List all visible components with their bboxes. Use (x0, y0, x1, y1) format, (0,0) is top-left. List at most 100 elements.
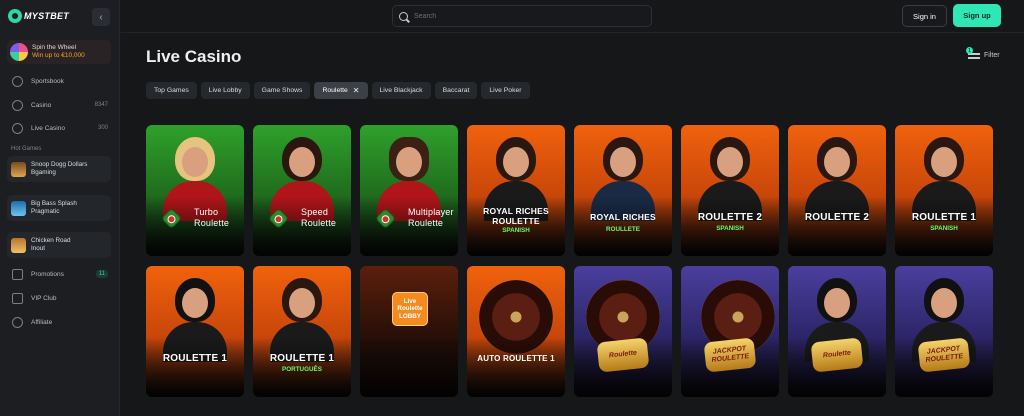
card-fade (467, 196, 565, 256)
game-card[interactable]: Roulette (788, 266, 886, 397)
spade-icon (12, 99, 23, 111)
game-subtitle: PORTUGUÊS (282, 366, 322, 373)
game-card[interactable]: ROULETTE 1 PORTUGUÊS (253, 266, 351, 397)
game-logo: JACKPOT ROULETTE (917, 337, 971, 373)
tab-label: Baccarat (442, 87, 470, 94)
filter-icon: 1 (966, 47, 980, 60)
dealer-face (717, 147, 743, 177)
hot-game-name: Snoop Dogg Dollars (31, 161, 88, 168)
card-fade (360, 337, 458, 397)
tab-roulette[interactable]: Roulette ✕ (314, 82, 368, 99)
casino-count: 8347 (94, 102, 108, 108)
chevron-left-icon: ‹ (99, 11, 103, 23)
sidebar-item-label: Affiliate (31, 318, 53, 326)
game-card[interactable]: Speed Roulette (253, 125, 351, 256)
game-card[interactable]: AUTO ROULETTE 1 (467, 266, 565, 397)
dealer-face (182, 288, 208, 318)
sidebar-item-label: Live Casino (31, 124, 65, 132)
tab-label: Live Poker (489, 87, 522, 94)
game-title: ROULETTE 2 (697, 212, 763, 223)
game-logo: JACKPOT ROULETTE (703, 337, 757, 373)
dealer-face (503, 147, 529, 177)
crown-icon (12, 292, 23, 304)
sidebar-item-casino[interactable]: Casino 8347 (12, 98, 108, 112)
hot-game-item[interactable]: Chicken Road Inout (7, 232, 111, 258)
tab-top-games[interactable]: Top Games (146, 82, 197, 99)
game-card[interactable]: ROULETTE 1 (146, 266, 244, 397)
promo-subtitle: Win up to €10,000 (32, 52, 85, 59)
tab-label: Top Games (154, 87, 189, 94)
filter-count-badge: 1 (966, 47, 973, 54)
sidebar-item-affiliate[interactable]: Affiliate (12, 315, 108, 329)
sidebar-item-vip-club[interactable]: VIP Club (12, 291, 108, 305)
sidebar-item-label: Promotions (31, 270, 64, 278)
logo[interactable]: MYSTBET (8, 9, 69, 23)
card-fade (146, 337, 244, 397)
tab-live-lobby[interactable]: Live Lobby (200, 82, 250, 99)
hot-game-name: Chicken Road (31, 237, 71, 244)
page-title: Live Casino (146, 47, 242, 66)
dealer-face (824, 288, 850, 318)
sign-in-button[interactable]: Sign in (902, 5, 947, 27)
sidebar: MYSTBET ‹ Spin the Wheel Win up to €10,0… (0, 0, 120, 416)
users-icon (12, 316, 23, 328)
game-thumbnail (11, 200, 26, 216)
promotions-badge: 11 (95, 270, 108, 278)
game-subtitle: ROULLETE (606, 226, 640, 233)
game-card[interactable]: Multiplayer Roulette (360, 125, 458, 256)
game-title: ROULETTE 1 (269, 353, 335, 364)
tab-label: Roulette (322, 87, 348, 94)
sidebar-item-label: Casino (31, 101, 52, 109)
game-card[interactable]: Roulette (574, 266, 672, 397)
tab-live-blackjack[interactable]: Live Blackjack (371, 82, 431, 99)
close-icon[interactable]: ✕ (353, 86, 360, 95)
hot-game-name: Big Bass Splash (31, 200, 77, 207)
gift-icon (12, 268, 23, 280)
header-divider (121, 32, 1024, 33)
wheel-icon (10, 43, 28, 61)
dealer-face (289, 147, 315, 177)
filter-label: Filter (984, 51, 1000, 59)
hot-game-provider: Inout (31, 245, 46, 252)
game-card[interactable]: ROULETTE 2 SPANISH (681, 125, 779, 256)
hot-game-item[interactable]: Snoop Dogg Dollars Bgaming (7, 156, 111, 182)
game-title: ROULETTE 2 (804, 212, 870, 223)
game-card[interactable]: Turbo Roulette (146, 125, 244, 256)
collapse-sidebar-button[interactable]: ‹ (92, 8, 110, 26)
promo-title: Spin the Wheel (32, 44, 77, 51)
tab-game-shows[interactable]: Game Shows (253, 82, 311, 99)
spin-wheel-promo[interactable]: Spin the Wheel Win up to €10,000 (7, 40, 111, 64)
game-card[interactable]: Live Roulette LOBBY (360, 266, 458, 397)
game-card[interactable]: ROULETTE 2 (788, 125, 886, 256)
sign-up-button[interactable]: Sign up (953, 4, 1001, 27)
game-title: AUTO ROULETTE 1 (477, 354, 555, 363)
lobby-badge: Live Roulette LOBBY (392, 292, 428, 326)
dealer-face (289, 288, 315, 318)
tab-baccarat[interactable]: Baccarat (434, 82, 478, 99)
dealer-face (824, 147, 850, 177)
sidebar-item-label: Sportsbook (31, 77, 64, 85)
game-card[interactable]: JACKPOT ROULETTE (895, 266, 993, 397)
game-card[interactable]: ROYAL RICHES ROULETTE SPANISH (467, 125, 565, 256)
game-grid: Turbo Roulette Speed Roulette Multiplaye… (146, 125, 993, 397)
hot-game-item[interactable]: Big Bass Splash Pragmatic (7, 195, 111, 221)
sidebar-item-live-casino[interactable]: Live Casino 300 (12, 121, 108, 135)
card-fade (467, 337, 565, 397)
filter-button[interactable]: 1 Filter (966, 47, 1000, 60)
game-title: Turbo Roulette (194, 207, 230, 228)
dealer-face (931, 147, 957, 177)
search-bar[interactable] (392, 5, 652, 27)
hot-games-heading: Hot Games (11, 146, 42, 152)
tab-live-poker[interactable]: Live Poker (481, 82, 530, 99)
game-card[interactable]: ROYAL RICHES ROULLETE (574, 125, 672, 256)
logo-icon (8, 9, 22, 23)
game-card[interactable]: ROULETTE 1 SPANISH (895, 125, 993, 256)
sidebar-item-promotions[interactable]: Promotions 11 (12, 267, 108, 281)
tab-label: Live Blackjack (379, 87, 423, 94)
card-fade (788, 196, 886, 256)
game-card[interactable]: JACKPOT ROULETTE (681, 266, 779, 397)
sidebar-item-sportsbook[interactable]: Sportsbook (12, 74, 108, 88)
game-subtitle: SPANISH (502, 227, 530, 234)
game-logo: Roulette (596, 337, 650, 373)
search-input[interactable] (414, 12, 634, 20)
